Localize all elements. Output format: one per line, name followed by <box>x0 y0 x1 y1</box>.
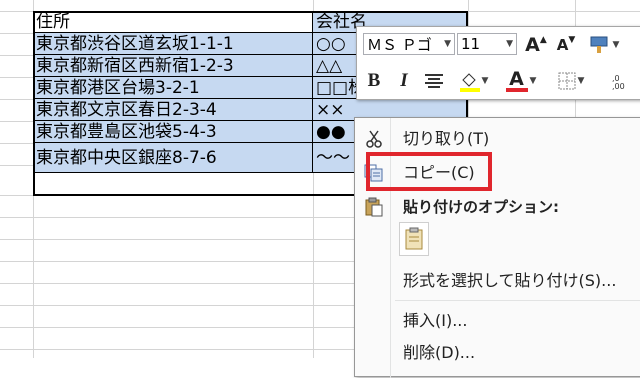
borders-icon <box>558 72 576 90</box>
paste-icon <box>363 197 385 217</box>
align-center-icon <box>425 74 443 88</box>
address-cell[interactable]: 東京都新宿区西新宿1-2-3 <box>33 55 313 77</box>
menu-item-insert[interactable]: 挿入(I)... <box>355 306 640 336</box>
menu-item-paste-special[interactable]: 形式を選択して貼り付け(S)... <box>355 266 640 296</box>
font-color-button[interactable]: A ▼ <box>503 69 539 93</box>
chevron-down-icon: ▼ <box>529 76 537 86</box>
format-painter-icon <box>590 36 608 53</box>
paste-option-button[interactable] <box>399 222 429 256</box>
bold-button[interactable]: B <box>361 69 387 93</box>
menu-item-paste-options: 貼り付けのオプション: <box>355 192 640 222</box>
menu-item-copy-label: コピー(C) <box>403 163 475 182</box>
menu-item-delete[interactable]: 削除(D)... <box>355 338 640 368</box>
menu-item-paste-special-label: 形式を選択して貼り付け(S)... <box>403 271 617 290</box>
menu-item-delete-label: 削除(D)... <box>403 343 476 362</box>
font-name-value: ＭＳ Ｐゴ <box>367 35 432 54</box>
chevron-down-icon: ▼ <box>481 76 489 86</box>
mini-toolbar-row-2: B I ▼ A ▼ ▼ ,0 ,00 <box>357 63 640 97</box>
chevron-down-icon: ▼ <box>444 39 451 49</box>
decimal-button[interactable]: ,0 ,00 <box>603 69 640 93</box>
scissors-icon <box>363 129 385 149</box>
header-cell-address[interactable]: 住所 <box>33 11 313 33</box>
context-menu: 切り取り(T) コピー(C) 貼り付けのオプション: 形式を選択して貼り付け(S… <box>354 117 640 378</box>
chevron-down-icon: ▼ <box>577 76 585 86</box>
menu-separator <box>395 300 640 301</box>
font-color-icon: A <box>509 67 524 90</box>
mini-toolbar-row-1: ＭＳ Ｐゴ ▼ 11 ▼ A ▲ A ▼ ▼ <box>357 27 640 61</box>
fill-color-button[interactable]: ▼ <box>455 69 491 93</box>
menu-item-cut-label: 切り取り(T) <box>403 129 490 148</box>
shrink-font-icon: A <box>556 36 569 54</box>
copy-icon <box>363 163 385 183</box>
borders-button[interactable]: ▼ <box>553 69 589 93</box>
font-size-value: 11 <box>461 35 481 53</box>
menu-item-paste-options-label: 貼り付けのオプション: <box>403 198 559 216</box>
grow-font-icon: A <box>525 34 540 56</box>
align-center-button[interactable] <box>421 69 447 93</box>
address-cell[interactable]: 東京都中央区銀座8-7-6 <box>33 143 313 173</box>
grow-font-button[interactable]: A ▲ <box>523 33 549 57</box>
address-cell[interactable]: 東京都港区台場3-2-1 <box>33 77 313 99</box>
format-painter-button[interactable]: ▼ <box>587 33 621 57</box>
mini-toolbar: ＭＳ Ｐゴ ▼ 11 ▼ A ▲ A ▼ ▼ B I ▼ A ▼ ▼ ,0 ,0… <box>356 26 640 100</box>
font-size-box[interactable]: 11 ▼ <box>457 33 517 55</box>
font-name-box[interactable]: ＭＳ Ｐゴ ▼ <box>363 33 455 55</box>
fill-bucket-icon <box>459 73 480 92</box>
menu-item-cut[interactable]: 切り取り(T) <box>355 124 640 154</box>
shrink-font-button[interactable]: A ▼ <box>553 33 579 57</box>
italic-button[interactable]: I <box>391 69 417 93</box>
menu-item-copy[interactable]: コピー(C) <box>355 158 640 188</box>
decimal-icon: ,0 ,00 <box>612 74 625 90</box>
svg-text:,00: ,00 <box>612 82 625 90</box>
clipboard-icon <box>405 227 423 250</box>
address-cell[interactable]: 東京都渋谷区道玄坂1-1-1 <box>33 33 313 55</box>
chevron-down-icon: ▼ <box>612 40 620 50</box>
chevron-down-icon: ▼ <box>506 39 513 49</box>
address-cell[interactable]: 東京都豊島区池袋5-4-3 <box>33 121 313 143</box>
menu-item-insert-label: 挿入(I)... <box>403 311 468 330</box>
address-cell[interactable]: 東京都文京区春日2-3-4 <box>33 99 313 121</box>
